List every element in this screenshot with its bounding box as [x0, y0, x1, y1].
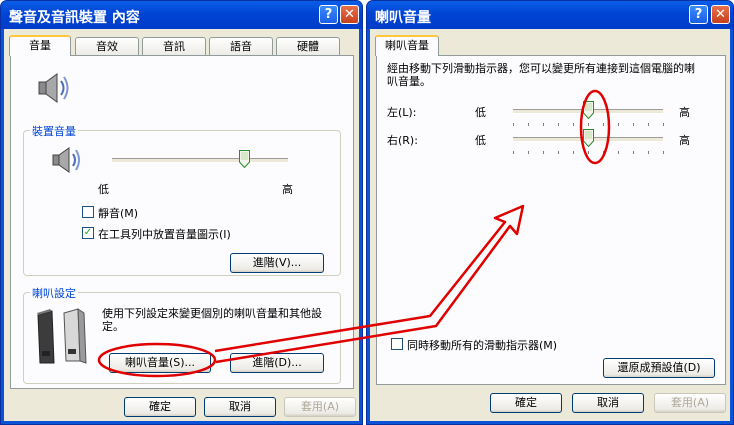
sound-properties-window: 聲音及音訊裝置 內容 ? ✕ 音量 音效 音訊 語音 硬體 裝置音量 低 高 靜… [0, 0, 363, 425]
tab-sounds[interactable]: 音效 [75, 37, 139, 55]
ok-button[interactable]: 確定 [490, 393, 562, 413]
mute-label[interactable]: 靜音(M) [98, 205, 138, 221]
speakers-icon [37, 308, 87, 364]
tick-mark [633, 151, 634, 154]
speaker-settings-title: 喇叭設定 [30, 285, 78, 301]
tick-mark [543, 151, 544, 154]
speaker-settings-description: 使用下列設定來變更個別的喇叭音量和其他設定。 [102, 307, 322, 333]
cancel-button[interactable]: 取消 [572, 393, 644, 413]
window-client: 喇叭音量 經由移動下列滑動指示器，您可以變更所有連接到這個電腦的喇叭音量。 左(… [370, 29, 730, 421]
tick-mark [513, 123, 514, 126]
tab-hardware[interactable]: 硬體 [276, 37, 340, 55]
tick-mark [618, 123, 619, 126]
tick-mark [648, 151, 649, 154]
tab-panel: 裝置音量 低 高 靜音(M) ✓ 在工具列中放置音量圖示(I) 進階(V)...… [10, 55, 354, 389]
close-button[interactable]: ✕ [711, 5, 730, 24]
tick-mark [513, 151, 514, 154]
right-volume-slider[interactable] [583, 129, 594, 147]
tab-volume[interactable]: 音量 [9, 35, 71, 56]
tab-speaker-volume[interactable]: 喇叭音量 [375, 35, 439, 56]
right-channel-label: 右(R): [387, 134, 418, 147]
tick-mark [588, 151, 589, 154]
left-high-label: 高 [679, 106, 690, 119]
help-button[interactable]: ? [319, 5, 338, 24]
tick-mark [558, 151, 559, 154]
apply-button[interactable]: 套用(A) [654, 393, 726, 413]
ok-button[interactable]: 確定 [124, 397, 196, 417]
tick-mark [558, 123, 559, 126]
move-all-label[interactable]: 同時移動所有的滑動指示器(M) [407, 337, 557, 353]
device-advanced-button[interactable]: 進階(V)... [230, 253, 324, 273]
title-bar[interactable]: 聲音及音訊裝置 內容 ? ✕ [1, 1, 362, 29]
tick-mark [618, 151, 619, 154]
tick-mark [603, 123, 604, 126]
device-volume-title: 裝置音量 [30, 123, 78, 139]
apply-button[interactable]: 套用(A) [284, 397, 356, 417]
instructions-text: 經由移動下列滑動指示器，您可以變更所有連接到這個電腦的喇叭音量。 [387, 62, 695, 88]
tray-icon-checkbox[interactable]: ✓ [82, 227, 94, 239]
device-volume-slider[interactable] [239, 150, 250, 168]
speaker-icon [38, 73, 69, 103]
speaker-volume-window: 喇叭音量 ? ✕ 喇叭音量 經由移動下列滑動指示器，您可以變更所有連接到這個電腦… [366, 0, 734, 425]
left-channel-label: 左(L): [387, 106, 417, 119]
tab-voice[interactable]: 語音 [209, 37, 273, 55]
tick-mark [648, 123, 649, 126]
volume-icon [52, 147, 80, 173]
tick-mark [588, 123, 589, 126]
tick-mark [543, 123, 544, 126]
window-client: 音量 音效 音訊 語音 硬體 裝置音量 低 高 靜音(M) ✓ 在工具列中放置音… [4, 29, 359, 421]
high-label: 高 [282, 183, 293, 196]
tick-mark [528, 151, 529, 154]
right-high-label: 高 [679, 134, 690, 147]
left-volume-slider[interactable] [583, 101, 594, 119]
title-bar[interactable]: 喇叭音量 ? ✕ [367, 1, 733, 29]
right-low-label: 低 [475, 134, 486, 147]
left-low-label: 低 [475, 106, 486, 119]
speaker-volume-button[interactable]: 喇叭音量(S)... [109, 353, 211, 373]
help-button[interactable]: ? [689, 5, 708, 24]
move-all-checkbox[interactable] [391, 338, 403, 350]
tick-mark [663, 151, 664, 154]
device-volume-track [112, 158, 288, 163]
close-button[interactable]: ✕ [340, 5, 359, 24]
low-label: 低 [98, 183, 109, 196]
tick-mark [573, 151, 574, 154]
tick-mark [633, 123, 634, 126]
window-title: 聲音及音訊裝置 內容 [9, 10, 140, 26]
tick-mark [603, 151, 604, 154]
tick-mark [663, 123, 664, 126]
cancel-button[interactable]: 取消 [204, 397, 276, 417]
speaker-advanced-button[interactable]: 進階(D)... [230, 353, 324, 373]
restore-defaults-button[interactable]: 還原成預設值(D) [603, 358, 715, 378]
tab-audio[interactable]: 音訊 [142, 37, 206, 55]
tray-icon-label[interactable]: 在工具列中放置音量圖示(I) [98, 226, 231, 242]
speaker-settings-group: 喇叭設定 使用下列設定來變更個別的喇叭音量和其他設定。 喇叭音量(S)... 進… [23, 285, 341, 384]
tick-mark [573, 123, 574, 126]
device-volume-group: 裝置音量 低 高 靜音(M) ✓ 在工具列中放置音量圖示(I) 進階(V)... [23, 123, 341, 276]
window-title: 喇叭音量 [375, 10, 431, 26]
tick-mark [528, 123, 529, 126]
tab-panel: 經由移動下列滑動指示器，您可以變更所有連接到這個電腦的喇叭音量。 左(L): 低… [376, 55, 726, 385]
mute-checkbox[interactable] [82, 206, 94, 218]
